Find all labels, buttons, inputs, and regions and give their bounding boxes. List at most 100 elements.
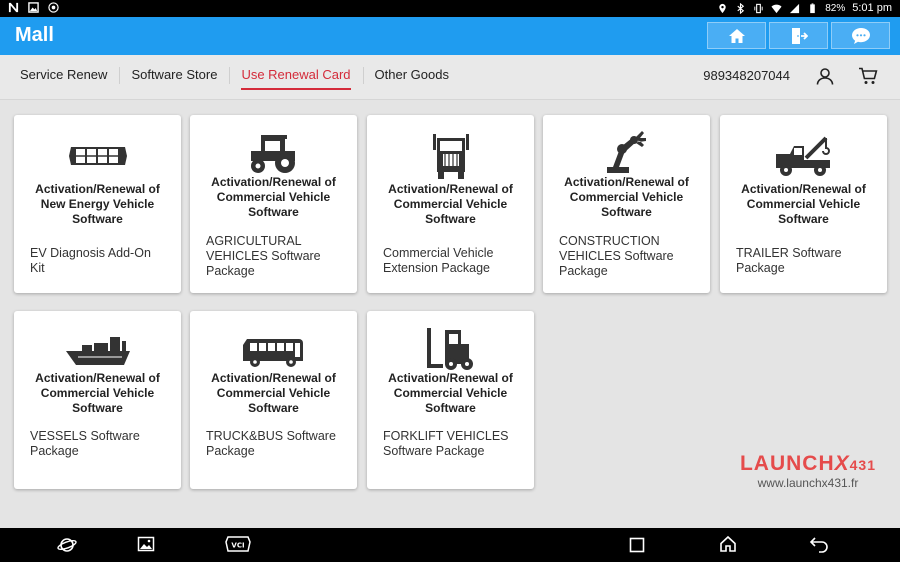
watermark-brand-launch: LAUNCH <box>739 452 835 475</box>
card-package-line: FORKLIFT VEHICLES <box>383 429 509 443</box>
watermark-brand-431: 431 <box>849 457 876 473</box>
account-number: 989348207044 <box>703 68 790 83</box>
gallery-icon[interactable] <box>137 535 155 553</box>
back-icon[interactable] <box>809 535 829 553</box>
card-package-line: Package <box>559 264 608 278</box>
location-icon <box>719 3 726 13</box>
tow-truck-icon <box>775 136 830 176</box>
card-heading-line: Software <box>72 212 123 226</box>
robot-arm-icon <box>606 131 646 173</box>
card-heading-line: Software <box>248 205 299 219</box>
card-heading-line: Software <box>425 212 476 226</box>
card-package-line: Package <box>206 444 255 458</box>
card-package-line: Commercial Vehicle <box>383 246 494 260</box>
exit-door-icon <box>791 27 808 44</box>
card-vessels[interactable]: Activation/Renewal of Commercial Vehicle… <box>14 311 181 489</box>
card-package-line: VESSELS Software <box>30 429 140 443</box>
home-nav-icon[interactable] <box>719 535 737 553</box>
card-package-line: Package <box>206 264 255 278</box>
status-bar: 82% 5:01 pm <box>0 0 900 17</box>
watermark-brand: LAUNCHX431 <box>740 452 876 476</box>
card-package-line: Kit <box>30 261 45 275</box>
card-heading-line: Activation/Renewal of <box>35 371 160 385</box>
card-package-line: EV Diagnosis Add-On <box>30 246 151 260</box>
card-package-line: TRUCK&BUS Software <box>206 429 336 443</box>
card-heading-line: Activation/Renewal of <box>211 175 336 189</box>
cart-icon[interactable] <box>858 67 878 85</box>
card-package-line: CONSTRUCTION <box>559 234 660 248</box>
tab-other-goods[interactable]: Other Goods <box>362 55 461 100</box>
card-heading-line: Software <box>248 401 299 415</box>
tab-bar: Service Renew Software Store Use Renewal… <box>0 55 900 100</box>
vibrate-icon <box>754 3 763 13</box>
card-heading-line: Commercial Vehicle <box>40 386 155 400</box>
browser-planet-icon[interactable] <box>57 535 77 555</box>
card-package-line: Extension Package <box>383 261 491 275</box>
card-package-line: Package <box>736 261 785 275</box>
exit-button[interactable] <box>769 22 828 49</box>
app-bar: Mall <box>0 17 900 55</box>
signal-icon <box>790 3 800 13</box>
card-heading-line: Commercial Vehicle <box>216 386 331 400</box>
wifi-icon <box>771 4 782 13</box>
card-commercial-extension[interactable]: Activation/Renewal of Commercial Vehicle… <box>367 115 534 293</box>
card-package-line: VEHICLES Software <box>559 249 674 263</box>
forklift-icon <box>426 328 473 370</box>
user-icon[interactable] <box>816 67 834 85</box>
card-heading-line: Software <box>72 401 123 415</box>
card-package-line: VEHICLES Software <box>206 249 321 263</box>
tab-service-renew[interactable]: Service Renew <box>8 55 119 100</box>
ship-icon <box>65 337 130 365</box>
card-heading-line: Activation/Renewal of <box>741 182 866 196</box>
card-heading-line: Commercial Vehicle <box>393 197 508 211</box>
svg-text:VCI: VCI <box>231 542 244 550</box>
tab-use-renewal-card[interactable]: Use Renewal Card <box>229 55 362 100</box>
launch-app-icon <box>48 2 59 13</box>
card-heading-line: Software <box>601 205 652 219</box>
launch-watermark: LAUNCHX431 www.launchx431.fr <box>740 452 876 490</box>
message-button[interactable] <box>831 22 890 49</box>
watermark-brand-x: X <box>834 452 850 475</box>
card-heading-line: Commercial Vehicle <box>393 386 508 400</box>
card-package-line: AGRICULTURAL <box>206 234 302 248</box>
card-heading-line: Commercial Vehicle <box>569 190 684 204</box>
bluetooth-icon <box>737 2 745 14</box>
card-heading-line: Commercial Vehicle <box>746 197 861 211</box>
card-forklift[interactable]: Activation/Renewal of Commercial Vehicle… <box>367 311 534 489</box>
card-package-line: Package <box>30 444 79 458</box>
card-heading-line: Activation/Renewal of <box>388 182 513 196</box>
battery-icon <box>810 2 816 13</box>
tab-software-store[interactable]: Software Store <box>119 55 229 100</box>
card-construction[interactable]: Activation/Renewal of Commercial Vehicle… <box>543 115 710 293</box>
card-heading-line: Activation/Renewal of <box>564 175 689 189</box>
card-ev-diagnosis[interactable]: Activation/Renewal of New Energy Vehicle… <box>14 115 181 293</box>
card-heading-line: New Energy Vehicle <box>40 197 155 211</box>
tractor-icon <box>250 135 295 173</box>
vci-connector-icon[interactable]: VCI <box>225 535 251 553</box>
card-truck-bus[interactable]: Activation/Renewal of Commercial Vehicle… <box>190 311 357 489</box>
watermark-url: www.launchx431.fr <box>757 476 859 490</box>
card-heading-line: Commercial Vehicle <box>216 190 331 204</box>
card-trailer[interactable]: Activation/Renewal of Commercial Vehicle… <box>720 115 887 293</box>
card-agricultural[interactable]: Activation/Renewal of Commercial Vehicle… <box>190 115 357 293</box>
page-title: Mall <box>15 24 54 46</box>
card-heading-line: Activation/Renewal of <box>35 182 160 196</box>
ev-battery-icon <box>68 147 127 165</box>
card-package-line: Software Package <box>383 444 485 458</box>
bus-icon <box>242 339 303 367</box>
card-heading-line: Activation/Renewal of <box>388 371 513 385</box>
clock: 5:01 pm <box>852 2 892 14</box>
chat-bubble-icon <box>851 27 870 44</box>
truck-front-icon <box>432 134 469 179</box>
card-heading-line: Software <box>778 212 829 226</box>
home-button[interactable] <box>707 22 766 49</box>
image-notification-icon <box>28 2 39 13</box>
card-heading-line: Activation/Renewal of <box>211 371 336 385</box>
battery-level: 82% <box>825 2 846 14</box>
card-package-line: TRAILER Software <box>736 246 842 260</box>
renewal-card-grid: Activation/Renewal of New Energy Vehicle… <box>0 100 900 528</box>
notification-n-icon <box>8 2 19 13</box>
recent-apps-icon[interactable] <box>629 537 645 553</box>
system-nav-bar: VCI <box>0 528 900 562</box>
home-icon <box>728 28 745 43</box>
